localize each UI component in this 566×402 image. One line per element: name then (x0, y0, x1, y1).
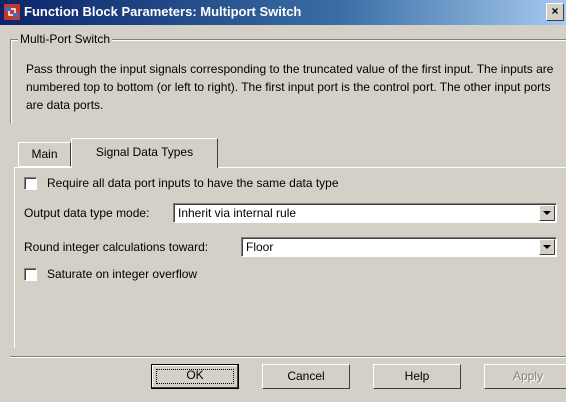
tab-panel (14, 167, 566, 348)
simulink-block-icon (4, 4, 20, 20)
cancel-button-label: Cancel (287, 369, 325, 383)
group-title: Multi-Port Switch (18, 32, 113, 46)
help-button[interactable]: Help (373, 364, 461, 389)
button-separator (10, 356, 566, 358)
help-button-label: Help (404, 369, 430, 383)
dialog-window: Function Block Parameters: Multiport Swi… (0, 0, 566, 402)
title-bar[interactable]: Function Block Parameters: Multiport Swi… (0, 0, 566, 25)
saturate-label: Saturate on integer overflow (47, 267, 198, 281)
cancel-button[interactable]: Cancel (262, 364, 350, 389)
apply-button-label: Apply (512, 369, 544, 383)
output-mode-label: Output data type mode: (24, 206, 150, 220)
tab-signal-data-types[interactable]: Signal Data Types (71, 138, 218, 168)
tab-main[interactable]: Main (18, 142, 71, 167)
output-mode-value: Inherit via internal rule (178, 206, 297, 220)
close-button[interactable]: × (546, 3, 564, 21)
window-title: Function Block Parameters: Multiport Swi… (24, 4, 302, 19)
output-mode-select[interactable]: Inherit via internal rule (173, 203, 557, 223)
block-description: Pass through the input signals correspon… (26, 62, 554, 112)
rounding-value: Floor (246, 240, 274, 254)
rounding-label: Round integer calculations toward: (24, 240, 209, 254)
ok-button[interactable]: OK (151, 364, 239, 389)
tab-signal-data-types-label: Signal Data Types (95, 145, 194, 159)
require-same-type-label: Require all data port inputs to have the… (47, 176, 339, 190)
ok-button-label: OK (186, 368, 204, 382)
apply-button[interactable]: Apply (484, 364, 566, 389)
tab-main-label: Main (31, 147, 58, 161)
chevron-down-icon[interactable] (539, 205, 555, 221)
chevron-down-icon[interactable] (539, 239, 555, 255)
require-same-type-checkbox[interactable] (24, 177, 37, 190)
rounding-select[interactable]: Floor (241, 237, 557, 257)
close-icon: × (551, 4, 559, 18)
saturate-checkbox[interactable] (24, 268, 37, 281)
